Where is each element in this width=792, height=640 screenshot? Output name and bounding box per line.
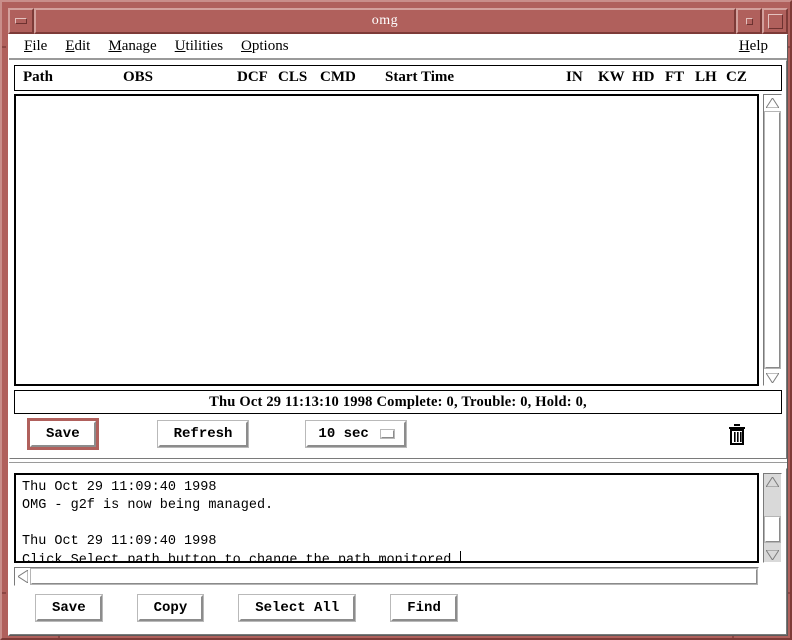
list-scroll-trough[interactable] (764, 110, 781, 370)
maximize-icon (768, 14, 783, 29)
refresh-interval-value: 10 sec (318, 426, 368, 442)
log-scroll-thumb[interactable] (765, 517, 780, 542)
menu-edit[interactable]: Edit (56, 37, 99, 56)
sash-separator (9, 462, 787, 464)
application-client-area: File Edit Manage Utilities Options Help … (8, 34, 788, 636)
column-header-start-time[interactable]: Start Time (385, 69, 454, 86)
window-frame: omg File Edit Manage Utilities Option (0, 0, 792, 640)
resize-handle-left-top[interactable] (2, 46, 6, 48)
resize-handle-left-bottom[interactable] (2, 592, 6, 594)
log-pane: Thu Oct 29 11:09:40 1998 OMG - g2f is no… (9, 468, 787, 635)
menu-utilities-mnemonic: U (175, 38, 186, 54)
log-save-button[interactable]: Save (36, 595, 102, 621)
log-scroll-up-arrow-icon[interactable] (764, 474, 781, 489)
column-header-dcf[interactable]: DCF (237, 69, 268, 86)
menu-utilities-rest: tilities (186, 38, 224, 54)
log-scroll-down-arrow-icon[interactable] (764, 547, 781, 562)
path-list[interactable] (14, 94, 759, 386)
log-column: Thu Oct 29 11:09:40 1998 OMG - g2f is no… (14, 473, 759, 586)
maximize-button[interactable] (762, 8, 788, 34)
minimize-button[interactable] (8, 8, 34, 34)
column-header-ft[interactable]: FT (665, 69, 684, 86)
column-header-kw[interactable]: KW (598, 69, 625, 86)
menu-options[interactable]: Options (232, 37, 298, 56)
scroll-down-arrow-icon[interactable] (764, 370, 781, 385)
menu-options-rest: ptions (252, 38, 289, 54)
monitor-pane: Path OBS DCF CLS CMD Start Time IN KW HD… (9, 60, 787, 459)
status-bar-text: Thu Oct 29 11:13:10 1998 Complete: 0, Tr… (209, 394, 587, 411)
log-copy-button[interactable]: Copy (138, 595, 204, 621)
menu-manage-rest: anage (122, 38, 157, 54)
save-button[interactable]: Save (30, 421, 96, 447)
monitor-control-row: Save Refresh 10 sec (14, 414, 782, 454)
menu-help-rest: elp (750, 38, 768, 54)
scroll-up-arrow-icon[interactable] (764, 95, 781, 110)
menu-file[interactable]: File (15, 37, 56, 56)
menu-edit-mnemonic: E (65, 38, 74, 54)
pane-sash[interactable] (9, 459, 787, 468)
column-header-cls[interactable]: CLS (278, 69, 307, 86)
menu-utilities[interactable]: Utilities (166, 37, 232, 56)
log-vertical-scrollbar[interactable] (763, 473, 782, 563)
column-header-lh[interactable]: LH (695, 69, 717, 86)
scroll-left-arrow-icon[interactable] (15, 568, 30, 585)
log-text-area[interactable]: Thu Oct 29 11:09:40 1998 OMG - g2f is no… (14, 473, 759, 563)
menu-edit-rest: dit (75, 38, 91, 54)
log-hscroll-trough[interactable] (30, 568, 758, 585)
menu-bar: File Edit Manage Utilities Options Help (9, 35, 787, 60)
menu-help[interactable]: Help (730, 37, 777, 56)
text-caret (460, 551, 461, 563)
column-header-obs[interactable]: OBS (123, 69, 153, 86)
column-header-hd[interactable]: HD (632, 69, 655, 86)
log-find-button[interactable]: Find (391, 595, 457, 621)
menu-manage-mnemonic: M (108, 38, 121, 54)
scrollbar-corner-spacer (759, 563, 782, 586)
log-hscroll-thumb[interactable] (31, 569, 757, 584)
status-bar: Thu Oct 29 11:13:10 1998 Complete: 0, Tr… (14, 390, 782, 414)
refresh-interval-option-menu[interactable]: 10 sec (306, 421, 405, 447)
window-title-text: omg (372, 13, 398, 29)
log-grid: Thu Oct 29 11:09:40 1998 OMG - g2f is no… (14, 473, 782, 586)
column-header-cz[interactable]: CZ (726, 69, 747, 86)
log-button-row: Save Copy Select All Find (14, 586, 782, 630)
menu-options-mnemonic: O (241, 38, 252, 54)
minimize-icon (15, 18, 27, 24)
restore-button[interactable] (736, 8, 762, 34)
log-scroll-trough[interactable] (764, 489, 781, 547)
log-select-all-button[interactable]: Select All (239, 595, 355, 621)
menu-file-rest: ile (32, 38, 47, 54)
trash-button[interactable] (726, 422, 748, 446)
title-bar: omg (8, 8, 788, 34)
list-row (14, 94, 782, 386)
log-vscroll-wrapper (759, 473, 782, 586)
log-horizontal-scrollbar[interactable] (14, 567, 759, 586)
log-text-content: Thu Oct 29 11:09:40 1998 OMG - g2f is no… (22, 480, 459, 563)
column-header-path[interactable]: Path (23, 69, 53, 86)
trash-icon (726, 422, 748, 446)
list-scroll-thumb[interactable] (765, 112, 780, 368)
menu-help-mnemonic: H (739, 38, 750, 54)
list-column-header: Path OBS DCF CLS CMD Start Time IN KW HD… (14, 65, 782, 91)
refresh-button[interactable]: Refresh (158, 421, 249, 447)
menu-manage[interactable]: Manage (99, 37, 165, 56)
option-menu-indicator-icon (381, 430, 394, 438)
column-header-in[interactable]: IN (566, 69, 583, 86)
restore-icon (746, 18, 753, 25)
window-title: omg (34, 8, 736, 34)
list-vertical-scrollbar[interactable] (763, 94, 782, 386)
column-header-cmd[interactable]: CMD (320, 69, 356, 86)
